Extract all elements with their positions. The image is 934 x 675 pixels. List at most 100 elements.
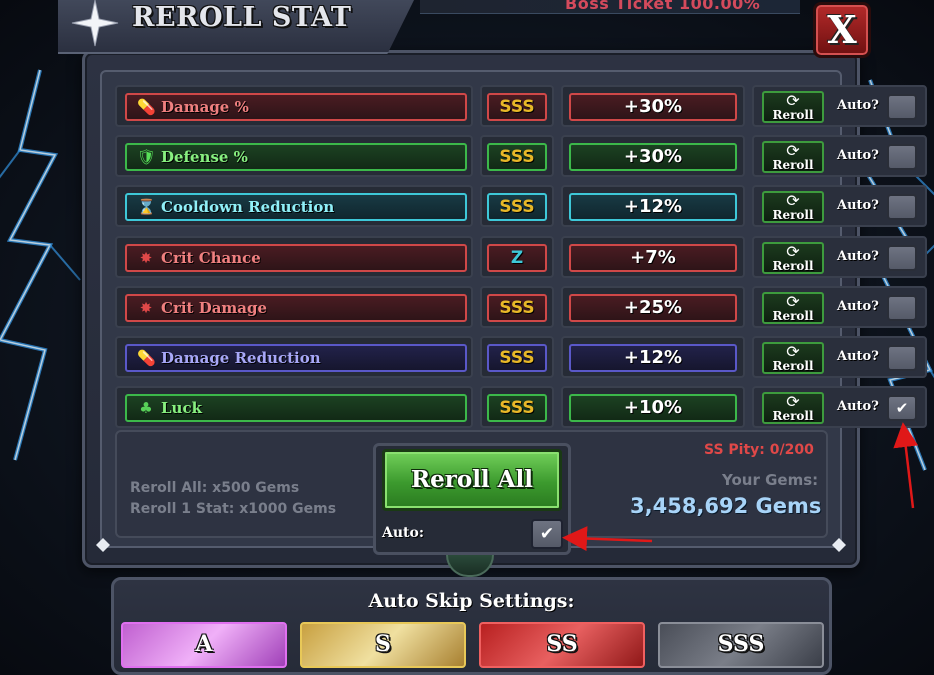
reroll-label: Reroll [772,359,814,373]
stat-row: ✸ Crit Damage SSS +25% ⟳ Reroll Auto? [115,286,927,328]
auto-label: Auto? [837,349,879,364]
stat-action-box: ⟳ Reroll Auto? [752,336,927,378]
skip-sss-button[interactable]: SSS [658,622,824,668]
gems-label: Your Gems: [722,471,819,489]
stat-rank: SSS [487,193,547,221]
stat-value-box: +25% [561,286,745,328]
auto-checkbox[interactable] [887,144,917,170]
stat-value: +7% [569,244,737,272]
reroll-button[interactable]: ⟳ Reroll [762,91,824,123]
auto-checkbox[interactable] [887,94,917,120]
auto-label: Auto? [837,249,879,264]
reroll-all-label: Reroll All [410,466,533,493]
potion-icon: 💊 [137,349,156,367]
close-button[interactable]: X [813,2,871,58]
stat-name-box: ♣ Luck [115,386,473,428]
auto-checkbox[interactable] [887,345,917,371]
auto-label: Auto? [837,399,879,414]
stat-name-frame: ✸ Crit Chance [125,244,467,272]
stat-name: Damage Reduction [161,349,321,367]
stat-rank-box: SSS [480,336,554,378]
stat-rank-box: SSS [480,386,554,428]
boss-ticket-text: Boss Ticket 100.00% [565,0,761,13]
close-icon: X [827,7,857,52]
checkmark-icon: ✔ [539,524,555,544]
reroll-label: Reroll [772,108,814,122]
orb-ornament [446,555,494,577]
refresh-icon: ⟳ [786,342,800,361]
refresh-icon: ⟳ [786,141,800,160]
stat-action-box: ⟳ Reroll Auto? [752,286,927,328]
auto-skip-panel: Auto Skip Settings: A S SS SSS [111,577,832,675]
refresh-icon: ⟳ [786,292,800,311]
checkmark-icon: ✔ [895,399,909,417]
reroll-label: Reroll [772,309,814,323]
stat-rank: SSS [487,143,547,171]
stat-row: ♣ Luck SSS +10% ⟳ Reroll Auto? ✔ [115,386,927,428]
reroll-label: Reroll [772,409,814,423]
reroll-label: Reroll [772,259,814,273]
stat-action-box: ⟳ Reroll Auto? [752,85,927,127]
stat-rank: SSS [487,294,547,322]
stat-rank-box: SSS [480,185,554,227]
skip-s-button[interactable]: S [300,622,466,668]
reroll-button[interactable]: ⟳ Reroll [762,242,824,274]
pity-counter: SS Pity: 0/200 [704,442,814,458]
skip-ss-button[interactable]: SS [479,622,645,668]
crit-icon: ✸ [139,299,153,317]
stat-value-box: +12% [561,336,745,378]
reroll-button[interactable]: ⟳ Reroll [762,292,824,324]
stat-row: 💊 Damage % SSS +30% ⟳ Reroll Auto? [115,85,927,127]
stat-rank: Z [487,244,547,272]
stat-name: Defense % [161,148,248,166]
stat-name-frame: ⌛ Cooldown Reduction [125,193,467,221]
stat-name: Crit Chance [161,249,261,267]
stat-name: Luck [161,399,202,417]
stat-name: Damage % [161,98,249,116]
page-title: REROLL STAT [132,2,352,33]
stat-rank: SSS [487,394,547,422]
reroll-button[interactable]: ⟳ Reroll [762,392,824,424]
stat-rank-box: SSS [480,135,554,177]
auto-checkbox[interactable]: ✔ [887,395,917,421]
gems-value: 3,458,692 Gems [630,494,822,518]
refresh-icon: ⟳ [786,392,800,411]
stat-rank: SSS [487,93,547,121]
stat-row: ⌛ Cooldown Reduction SSS +12% ⟳ Reroll A… [115,185,927,227]
reroll-all-auto-checkbox[interactable]: ✔ [531,519,563,549]
reroll-button[interactable]: ⟳ Reroll [762,191,824,223]
auto-checkbox[interactable] [887,245,917,271]
reroll-button[interactable]: ⟳ Reroll [762,141,824,173]
stat-value-box: +30% [561,135,745,177]
stat-action-box: ⟳ Reroll Auto? [752,236,927,278]
crit-icon: ✸ [139,249,153,267]
stat-row: ✸ Crit Chance Z +7% ⟳ Reroll Auto? [115,236,927,278]
reroll-button[interactable]: ⟳ Reroll [762,342,824,374]
stat-value-box: +10% [561,386,745,428]
reroll-all-button[interactable]: Reroll All [382,449,562,511]
reroll-all-auto-label: Auto: [382,525,425,541]
reroll-label: Reroll [772,208,814,222]
stat-value: +10% [569,394,737,422]
stat-name-frame: ♣ Luck [125,394,467,422]
auto-checkbox[interactable] [887,295,917,321]
star-icon [71,0,119,47]
stat-name: Crit Damage [161,299,268,317]
stat-row: 🛡 Defense % SSS +30% ⟳ Reroll Auto? [115,135,927,177]
auto-label: Auto? [837,98,879,113]
stat-name: Cooldown Reduction [161,198,335,216]
auto-label: Auto? [837,148,879,163]
stat-value: +25% [569,294,737,322]
auto-skip-title: Auto Skip Settings: [368,590,575,612]
stat-rank-box: SSS [480,286,554,328]
skip-a-button[interactable]: A [121,622,287,668]
stat-name-frame: 💊 Damage % [125,93,467,121]
stat-value-box: +12% [561,185,745,227]
stat-name-box: 💊 Damage % [115,85,473,127]
refresh-icon: ⟳ [786,91,800,110]
auto-checkbox[interactable] [887,194,917,220]
auto-label: Auto? [837,299,879,314]
stat-name-box: 🛡 Defense % [115,135,473,177]
refresh-icon: ⟳ [786,191,800,210]
hourglass-icon: ⌛ [137,198,156,216]
